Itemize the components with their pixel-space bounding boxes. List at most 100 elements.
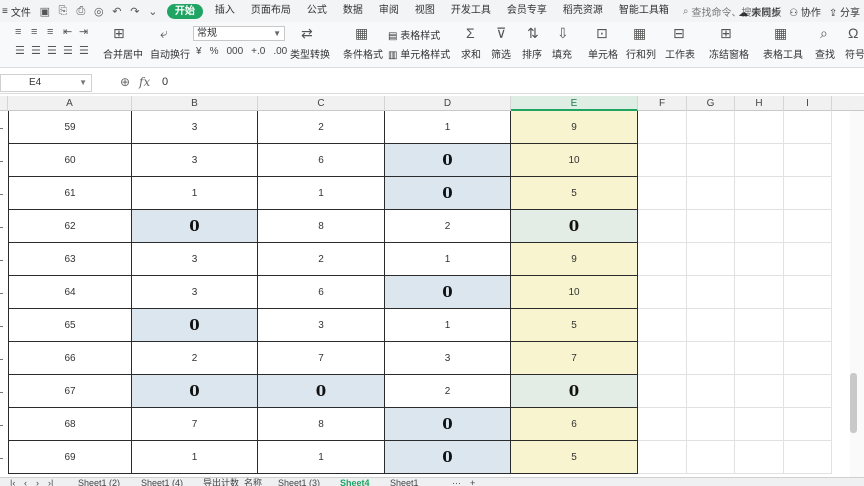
column-header-d[interactable]: D [385,96,511,111]
align-middle-icon[interactable]: ≡ [31,27,37,38]
next-sheet-icon[interactable]: › [36,479,39,486]
column-header-i[interactable]: I [784,96,832,111]
empty-cell[interactable] [687,441,735,474]
empty-cell[interactable] [735,375,784,408]
cell-c[interactable]: 8 [258,210,385,243]
cell-a[interactable]: 61 [8,177,132,210]
cell-b[interactable]: 0 [132,309,258,342]
empty-cell[interactable] [687,375,735,408]
empty-cell[interactable] [687,276,735,309]
number-format-button[interactable]: % [210,46,219,57]
cell-d[interactable]: 0 [385,144,511,177]
freeze-panes-button[interactable]: 冻结窗格 [709,46,749,61]
cell-b[interactable]: 3 [132,276,258,309]
empty-cell[interactable] [638,111,687,144]
cell-d[interactable]: 1 [385,243,511,276]
empty-cell[interactable] [687,342,735,375]
cell-b[interactable]: 1 [132,177,258,210]
cell-b[interactable]: 0 [132,210,258,243]
cell-c[interactable]: 8 [258,408,385,441]
chevron-down-icon[interactable]: ⌄ [145,3,161,19]
undo-icon[interactable]: ↶ [109,3,125,19]
empty-cell[interactable] [784,243,832,276]
menu-tab[interactable]: 会员专享 [499,0,555,22]
empty-cell[interactable] [638,309,687,342]
cell-b[interactable]: 0 [132,375,258,408]
align-top-icon[interactable]: ≡ [15,27,21,38]
filter-button[interactable]: 筛选 [491,46,511,61]
empty-cell[interactable] [687,144,735,177]
menu-tab[interactable]: 视图 [407,0,443,22]
cell-d[interactable]: 1 [385,309,511,342]
last-sheet-icon[interactable]: ›| [48,479,53,486]
cell-d[interactable]: 2 [385,375,511,408]
table-tool-icon[interactable]: ▦ [774,26,787,40]
empty-cell[interactable] [638,210,687,243]
conditional-format-icon[interactable]: ▦ [355,26,368,40]
function-icon[interactable]: fx [139,75,150,89]
empty-cell[interactable] [735,408,784,441]
align-right-icon[interactable]: ☰ [47,46,57,57]
symbol-button[interactable]: 符号 [845,46,864,61]
sum-icon[interactable]: Σ [466,26,475,40]
export-icon[interactable]: ⎘ [55,3,71,19]
empty-cell[interactable] [784,408,832,441]
cell-e[interactable]: 7 [511,342,638,375]
empty-cell[interactable] [735,210,784,243]
cell-e[interactable]: 5 [511,441,638,474]
menu-tab[interactable]: 页面布局 [243,0,299,22]
select-all-corner[interactable] [0,96,8,111]
type-convert-button[interactable]: 类型转换 [290,46,330,61]
cell-c[interactable]: 6 [258,144,385,177]
vertical-scrollbar[interactable] [850,111,864,477]
cell-d[interactable]: 0 [385,408,511,441]
empty-cell[interactable] [735,243,784,276]
indent-increase-icon[interactable]: ⇥ [79,27,88,38]
cell-a[interactable]: 65 [8,309,132,342]
merge-center-button[interactable]: 合并居中 [103,46,143,61]
empty-cell[interactable] [687,111,735,144]
cell-e[interactable]: 0 [511,210,638,243]
empty-cell[interactable] [784,342,832,375]
cell-c[interactable]: 2 [258,111,385,144]
column-header-e[interactable]: E [511,96,638,111]
empty-cell[interactable] [784,309,832,342]
number-format-select[interactable]: 常规 ▼ [193,26,285,41]
justify-icon[interactable]: ☰ [63,46,73,57]
number-format-button[interactable]: ¥ [196,46,202,57]
empty-cell[interactable] [735,441,784,474]
wrap-text-button[interactable]: 自动换行 [150,46,190,61]
formula-input[interactable]: 0 [162,76,168,88]
cell-e[interactable]: 0 [511,375,638,408]
sheet-tab[interactable]: 导出计数_名称 [203,479,262,486]
cell-style-button[interactable]: ▥ 单元格样式 [388,46,450,61]
freeze-panes-icon[interactable]: ⊞ [720,26,732,40]
empty-cell[interactable] [784,375,832,408]
sort-icon[interactable]: ⇅ [527,26,539,40]
zoom-icon[interactable]: ⊕ [120,75,130,89]
name-box[interactable]: E4 ▼ [0,74,92,92]
cell-e[interactable]: 9 [511,243,638,276]
cell-a[interactable]: 69 [8,441,132,474]
cell-d[interactable]: 0 [385,177,511,210]
fill-button[interactable]: 填充 [552,46,572,61]
cell-b[interactable]: 7 [132,408,258,441]
cell-c[interactable]: 0 [258,375,385,408]
file-menu[interactable]: ≡ 文件 [0,4,37,19]
empty-cell[interactable] [784,276,832,309]
empty-cell[interactable] [638,276,687,309]
worksheet-button[interactable]: 工作表 [665,46,695,61]
empty-cell[interactable] [735,144,784,177]
table-tool-button[interactable]: 表格工具 [763,46,803,61]
empty-cell[interactable] [784,144,832,177]
empty-cell[interactable] [687,309,735,342]
column-header-c[interactable]: C [258,96,385,111]
empty-cell[interactable] [735,309,784,342]
type-convert-icon[interactable]: ⇄ [301,26,313,40]
column-header-b[interactable]: B [132,96,258,111]
align-center-icon[interactable]: ☰ [31,46,41,57]
column-header-h[interactable]: H [735,96,784,111]
cell-e[interactable]: 10 [511,144,638,177]
column-header-a[interactable]: A [8,96,132,111]
empty-cell[interactable] [735,342,784,375]
